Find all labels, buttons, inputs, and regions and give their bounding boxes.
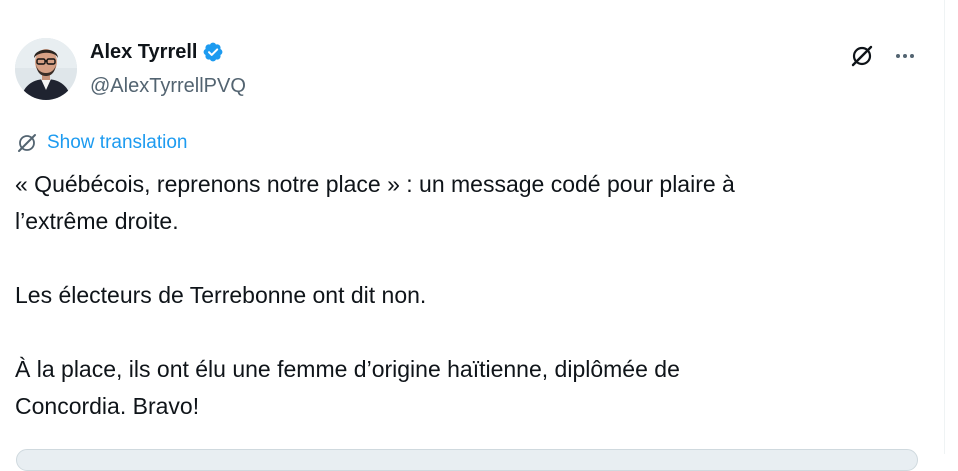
avatar-image [15,38,77,100]
verified-badge-icon [202,41,224,63]
show-translation-link[interactable]: Show translation [16,131,187,155]
author-handle[interactable]: @AlexTyrrellPVQ [90,74,246,98]
tweet-text-line: Les électeurs de Terrebonne ont dit non. [15,282,427,308]
media-preview[interactable] [16,449,918,471]
column-divider [944,0,945,454]
tweet-text-line: « Québécois, reprenons notre place » : u… [15,171,735,197]
tweet-text-line: l’extrême droite. [15,208,179,234]
tweet-text: « Québécois, reprenons notre place » : u… [15,166,915,425]
more-options-icon [896,54,900,58]
tweet-text-line: À la place, ils ont élu une femme d’orig… [15,356,680,382]
translate-icon [16,132,38,154]
more-options-button[interactable] [888,42,922,70]
avatar[interactable] [15,38,77,100]
tweet-text-line: Concordia. Bravo! [15,393,200,419]
grok-icon [851,45,873,67]
author-display-name[interactable]: Alex Tyrrell [90,40,197,64]
tweet-card: Alex Tyrrell @AlexTyrrellPVQ Show transl… [0,0,944,471]
grok-button[interactable] [848,42,876,70]
show-translation-label[interactable]: Show translation [47,131,187,155]
author-name-row[interactable]: Alex Tyrrell [90,40,224,64]
